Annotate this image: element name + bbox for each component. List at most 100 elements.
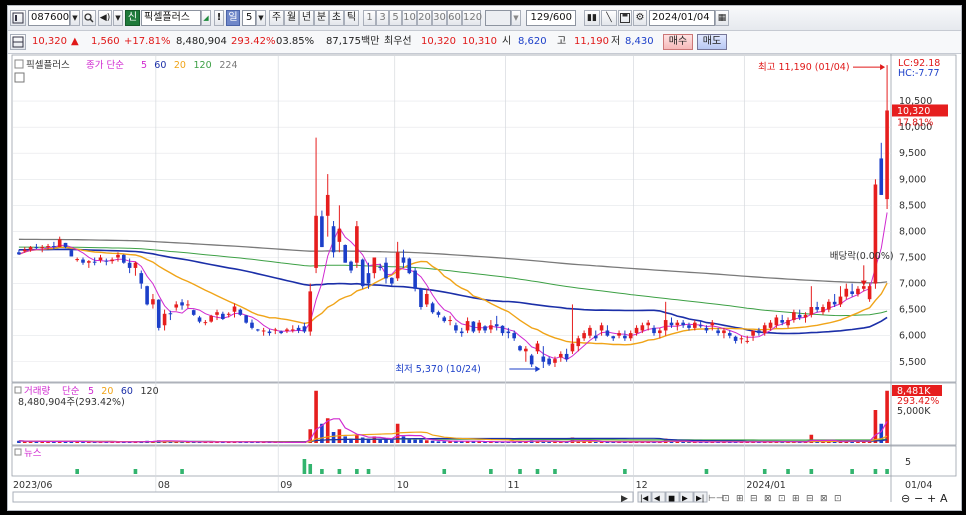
quote-bar: 10,320 ▲ 1,560 +17.81% 8,480,904 293.42%… — [8, 31, 961, 54]
scroll-right-icon[interactable]: ▶ — [621, 494, 628, 504]
warning-icon[interactable]: ! — [214, 10, 224, 26]
custom-step-dropdown-icon[interactable]: ▼ — [511, 10, 521, 26]
toolbox-icon[interactable]: ⊞ — [736, 494, 744, 504]
search-icon[interactable] — [82, 10, 96, 26]
period-value-field[interactable]: 5 — [242, 10, 256, 26]
plus-icon[interactable]: + — [927, 492, 936, 505]
buy-button[interactable]: 매수 — [663, 34, 693, 50]
zoom-out-icon[interactable]: ⊖ — [901, 492, 910, 505]
text-tool-icon[interactable]: A — [940, 492, 948, 505]
candle-body — [681, 322, 685, 326]
date-field[interactable]: 2024/01/04 — [649, 10, 715, 26]
price-axis-label: 9,000 — [899, 174, 926, 185]
menu-icon[interactable] — [10, 10, 26, 26]
candle-body — [448, 320, 452, 322]
calendar-icon[interactable]: ▦ — [715, 10, 729, 26]
candle-body — [698, 325, 703, 327]
candle-body — [46, 246, 50, 248]
stock-code-field[interactable]: 087600 — [28, 10, 70, 26]
legend-volume-ma-60: 60 — [121, 386, 133, 397]
minute-step-20[interactable]: 20 — [417, 10, 432, 26]
data-count-field[interactable]: 129/600 — [526, 10, 576, 26]
news-bar — [704, 469, 709, 474]
period-tick-button[interactable]: 틱 — [344, 10, 359, 26]
minute-step-3[interactable]: 3 — [376, 10, 389, 26]
toolbox-icon[interactable]: ⊟ — [750, 494, 758, 504]
horizontal-scrollbar[interactable] — [12, 491, 634, 503]
grid-icon[interactable] — [10, 34, 26, 50]
period-year-button[interactable]: 년 — [299, 10, 314, 26]
gear-icon[interactable]: ⚙ — [633, 10, 647, 26]
volume-bar — [360, 437, 365, 443]
toolbox-icon[interactable]: ⊠ — [764, 494, 772, 504]
minute-step-1[interactable]: 1 — [363, 10, 376, 26]
period-minute-button[interactable]: 분 — [314, 10, 329, 26]
toolbox-icon[interactable]: ⊡ — [778, 494, 786, 504]
speaker-dropdown-icon[interactable]: ▼ — [113, 10, 123, 26]
custom-step-field[interactable] — [485, 10, 511, 26]
minute-step-30[interactable]: 30 — [432, 10, 447, 26]
legend-ma-120: 120 — [194, 60, 212, 71]
save-icon[interactable] — [618, 10, 632, 26]
candle-body — [279, 331, 283, 334]
dividend-annotation: 배당락(0.00%) — [830, 250, 894, 262]
legend-volume-value: 8,480,904주(293.42%) — [18, 397, 125, 408]
candle-body — [838, 296, 843, 305]
sell-button[interactable]: 매도 — [697, 34, 727, 50]
draw-line-icon[interactable]: ╲ — [601, 10, 617, 26]
candle-body — [17, 252, 21, 255]
high-annotation: 최고 11,190 (01/04) — [758, 62, 850, 73]
settings-icon[interactable] — [14, 72, 25, 83]
current-pct-tag: 17.81% — [897, 117, 933, 128]
volume-bar — [547, 441, 551, 443]
volume-bar — [424, 440, 429, 443]
news-bar — [302, 459, 307, 474]
period-daily-button[interactable]: 일 — [226, 10, 240, 26]
candle-body — [121, 254, 126, 263]
minute-step-5[interactable]: 5 — [389, 10, 402, 26]
candle-body — [861, 286, 866, 289]
date-axis-label: 12 — [636, 480, 648, 491]
speaker-icon[interactable]: ◀) — [98, 10, 112, 26]
toolbox-icon[interactable]: ⊠ — [820, 494, 828, 504]
date-axis-label: 2024/01 — [746, 480, 785, 491]
candle-body — [489, 325, 493, 330]
legend-box — [14, 386, 22, 394]
open-label: 시 — [502, 36, 512, 47]
toolbox-icon[interactable]: ⊞ — [792, 494, 800, 504]
period-second-button[interactable]: 초 — [329, 10, 344, 26]
candle-body — [582, 333, 586, 339]
candle-body — [378, 266, 382, 268]
period-week-button[interactable]: 주 — [269, 10, 284, 26]
legend-volume-ma-5: 5 — [88, 386, 94, 397]
toolbox-icon[interactable]: ⊡ — [834, 494, 842, 504]
date-axis-label: 2023/06 — [13, 480, 52, 491]
price-axis-label: 5,500 — [899, 357, 926, 368]
date-axis-label: 09 — [280, 480, 292, 491]
volume-bar — [378, 439, 382, 443]
toolbox-icon[interactable]: ⊟ — [806, 494, 814, 504]
minute-step-120[interactable]: 120 — [462, 10, 482, 26]
news-axis-label: 5 — [905, 457, 911, 468]
candle-body — [139, 273, 144, 284]
toolbox-icon[interactable]: ⊡ — [722, 494, 730, 504]
code-dropdown-icon[interactable]: ▼ — [70, 10, 80, 26]
price-axis-label: 6,500 — [899, 305, 926, 316]
news-bar — [366, 469, 371, 474]
candle-style-icon[interactable]: ▮▮ — [584, 10, 600, 26]
minute-step-10[interactable]: 10 — [402, 10, 417, 26]
legend-ma-label: 종가 단순 — [86, 60, 124, 71]
minute-step-60[interactable]: 60 — [447, 10, 462, 26]
period-dropdown-icon[interactable]: ▼ — [256, 10, 266, 26]
stock-name-field[interactable]: 픽셀플러스 — [141, 10, 201, 26]
turnover-rate: 03.85% — [276, 36, 315, 47]
period-month-button[interactable]: 월 — [284, 10, 299, 26]
minus-icon[interactable]: − — [914, 492, 923, 505]
news-bar — [786, 469, 790, 474]
low-price: 8,430 — [625, 36, 654, 47]
name-dropdown-icon[interactable]: ◢ — [201, 10, 211, 26]
price-chart[interactable]: 5,500 6,000 6,500 7,000 7,500 8,000 8,500 9,000… — [8, 54, 961, 510]
candle-body — [145, 286, 149, 305]
candle-body — [151, 299, 155, 305]
volume-bar — [681, 441, 685, 443]
